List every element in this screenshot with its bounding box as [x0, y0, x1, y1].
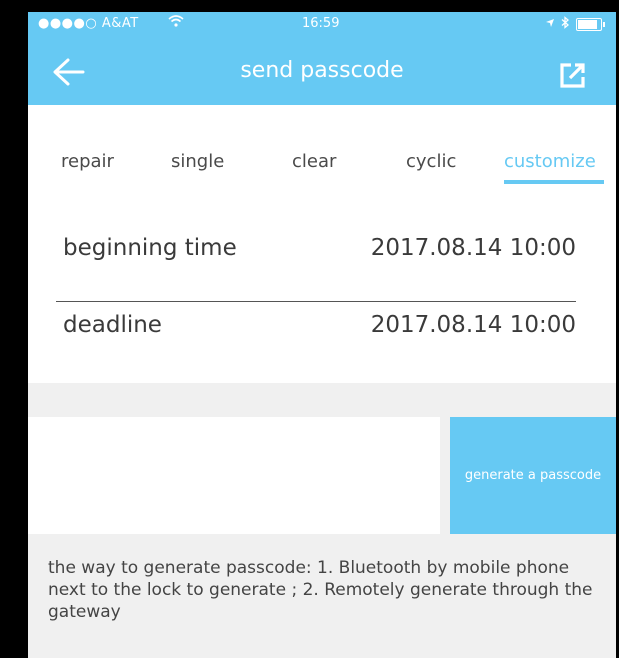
tab-repair[interactable]: repair [61, 151, 114, 172]
app-header: ●●●●○ A&AT 16:59 send passcode [28, 12, 616, 105]
page-title: send passcode [240, 58, 404, 83]
share-icon [560, 63, 585, 88]
time-settings-card: beginning time 2017.08.14 10:00 deadline… [28, 193, 616, 383]
active-tab-indicator [504, 180, 604, 184]
tab-clear[interactable]: clear [292, 151, 336, 172]
share-button[interactable] [558, 60, 590, 92]
status-bar: ●●●●○ A&AT 16:59 [28, 12, 616, 40]
wifi-icon [168, 14, 184, 32]
beginning-time-value: 2017.08.14 10:00 [370, 235, 576, 261]
device-frame: ●●●●○ A&AT 16:59 send passcode repair si… [0, 0, 619, 658]
instruction-note: the way to generate passcode: 1. Bluetoo… [48, 558, 593, 622]
location-icon [545, 17, 555, 32]
beginning-time-label: beginning time [63, 235, 237, 261]
generate-passcode-button[interactable]: generate a passcode [450, 417, 616, 534]
status-time: 16:59 [302, 16, 340, 31]
deadline-label: deadline [63, 312, 162, 338]
tab-single[interactable]: single [171, 151, 224, 172]
tab-customize[interactable]: customize [504, 151, 596, 172]
bluetooth-icon [561, 16, 570, 33]
beginning-time-row[interactable]: beginning time 2017.08.14 10:00 [28, 193, 616, 301]
battery-icon [576, 18, 605, 31]
passcode-display-area [28, 417, 440, 534]
app-screen: ●●●●○ A&AT 16:59 send passcode repair si… [28, 12, 616, 658]
deadline-value: 2017.08.14 10:00 [370, 312, 576, 338]
status-right [545, 16, 605, 33]
tab-cyclic[interactable]: cyclic [406, 151, 456, 172]
deadline-row[interactable]: deadline 2017.08.14 10:00 [28, 302, 616, 383]
carrier-signal: ●●●●○ A&AT [38, 16, 139, 31]
